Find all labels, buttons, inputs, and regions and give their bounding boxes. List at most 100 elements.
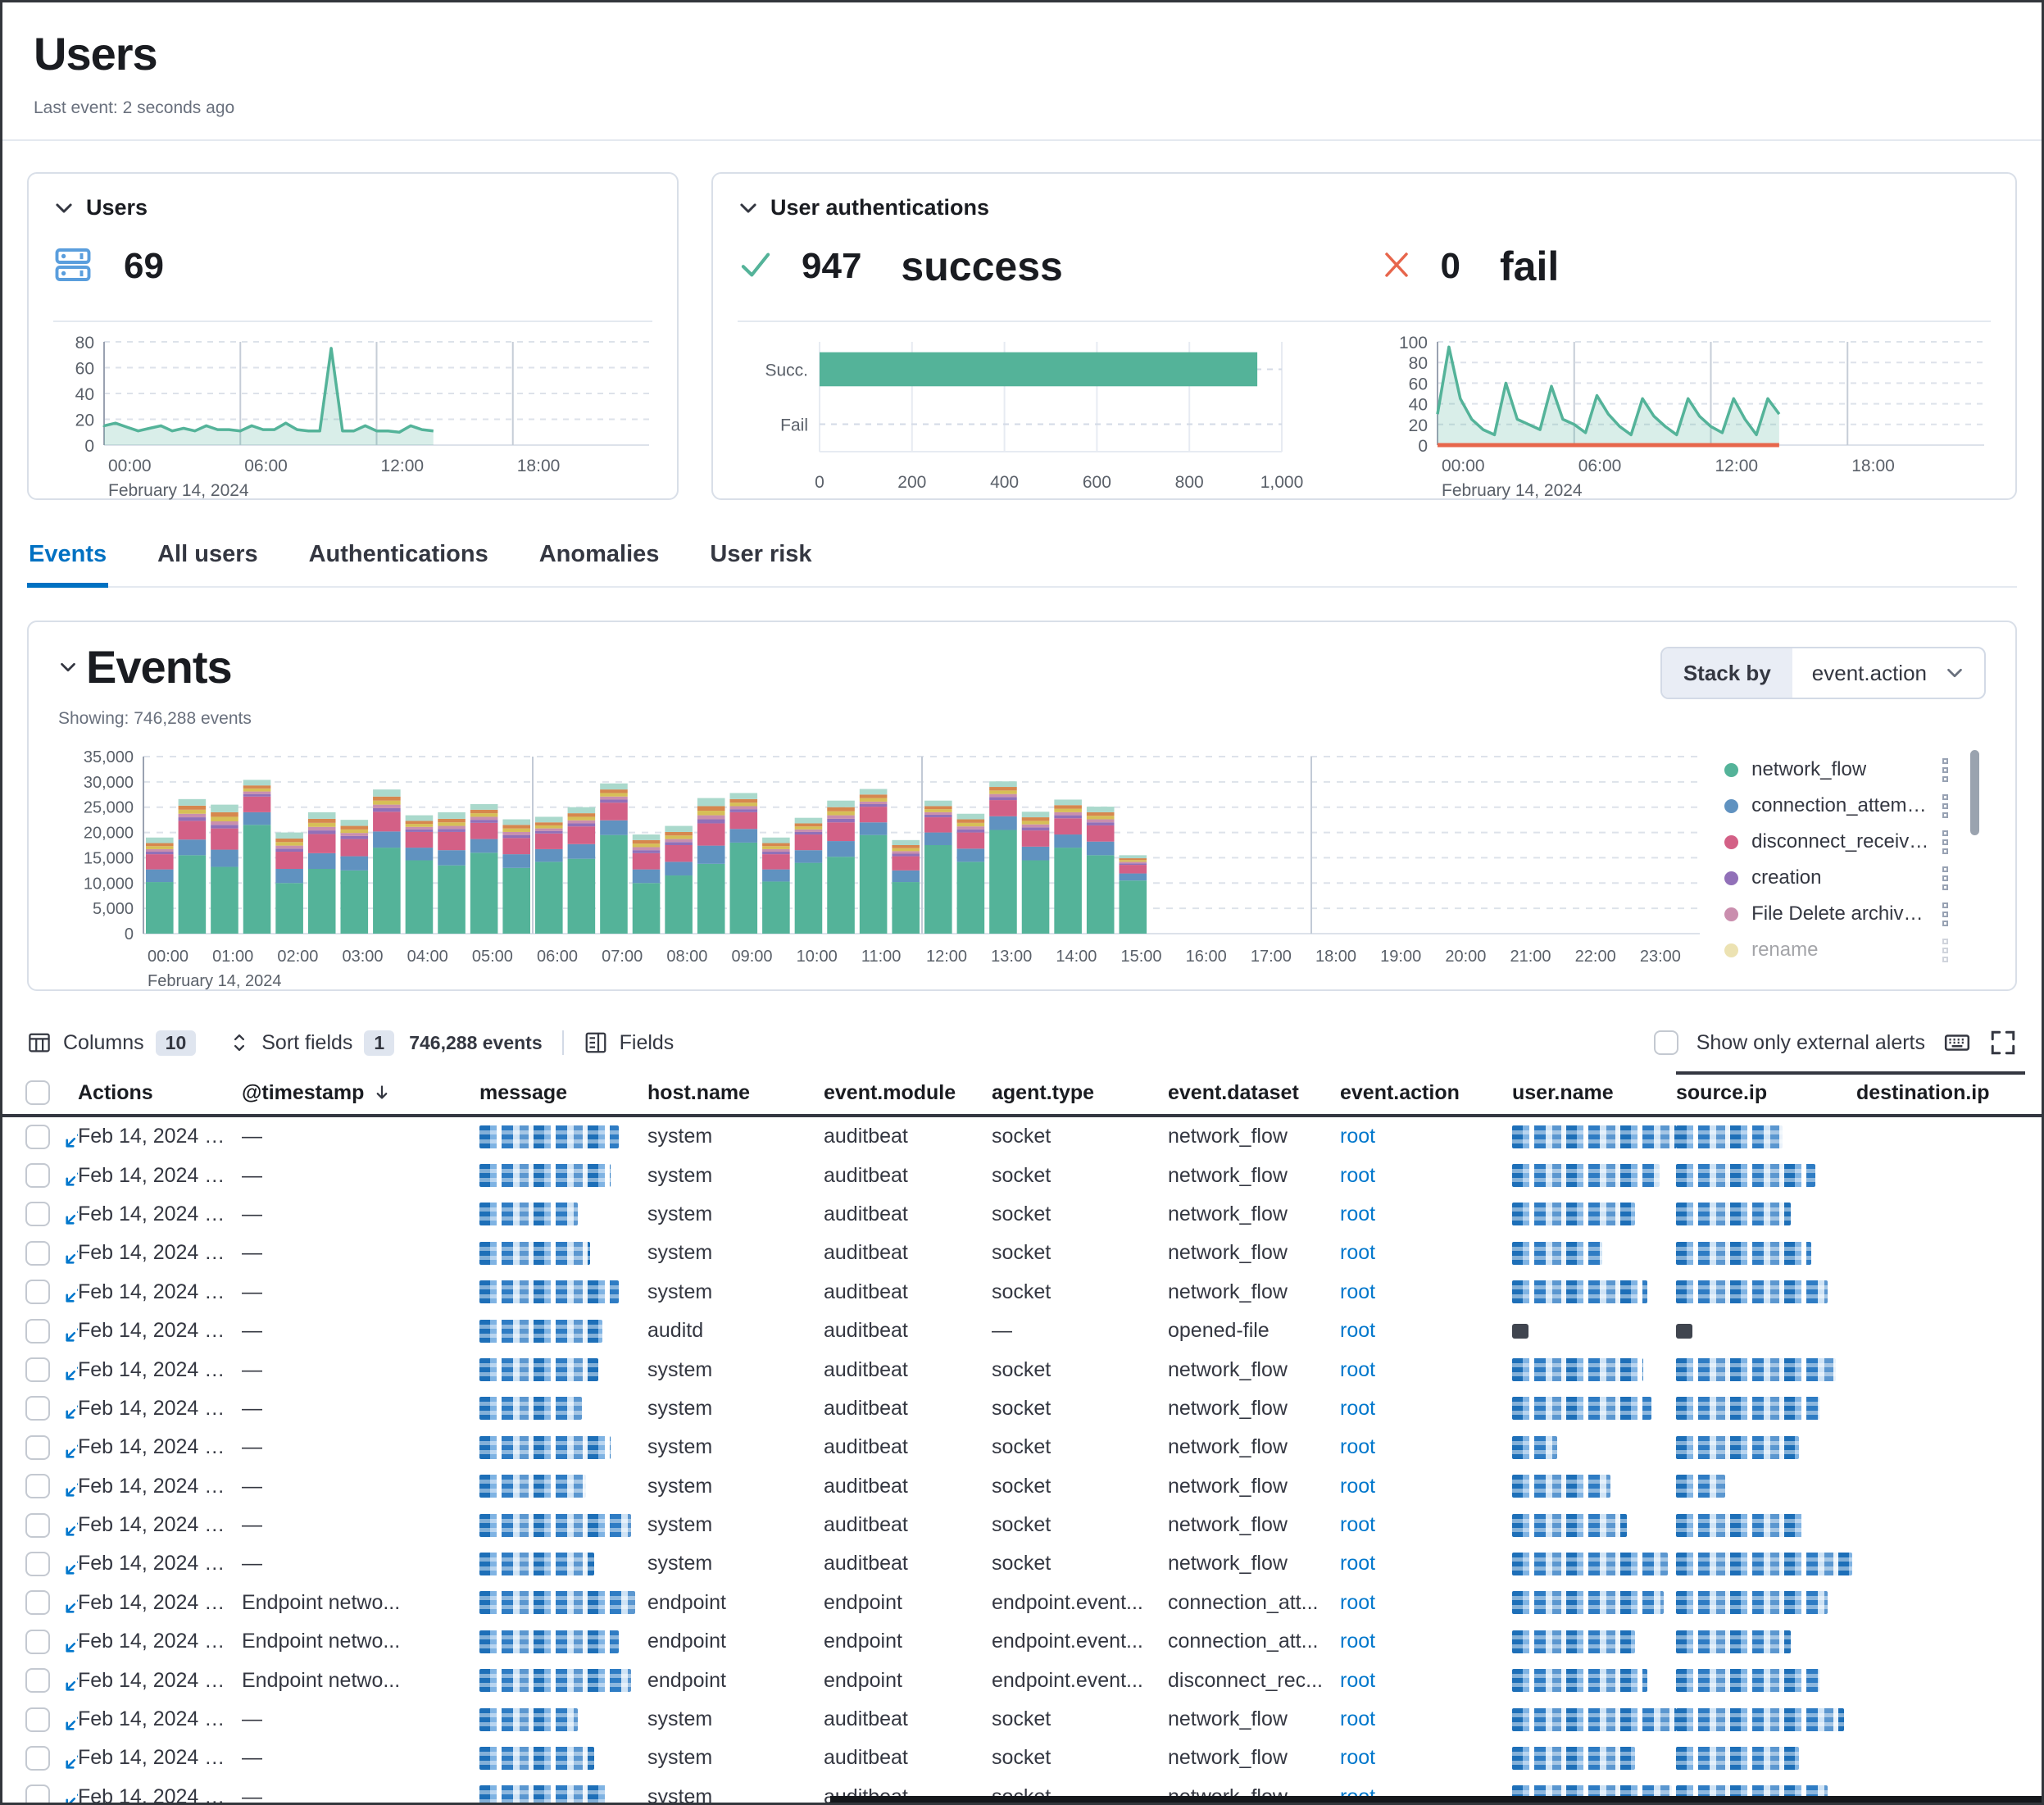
user-name-link[interactable]: root — [1340, 1397, 1375, 1420]
cell-destination-ip[interactable] — [1676, 1358, 1856, 1381]
header-agent-type[interactable]: agent.type — [992, 1081, 1168, 1105]
events-stacked-bar-chart[interactable]: 05,00010,00015,00020,00025,00030,00035,0… — [58, 748, 1700, 996]
row-checkbox[interactable] — [25, 1785, 50, 1805]
cell-destination-ip[interactable] — [1676, 1669, 1856, 1692]
row-checkbox[interactable] — [25, 1280, 50, 1304]
cell-destination-ip[interactable] — [1676, 1630, 1856, 1653]
auth-bar-chart[interactable]: 02004006008001,000Succ.Fail — [738, 330, 1311, 502]
tab-all-users[interactable]: All users — [156, 538, 260, 588]
row-checkbox[interactable] — [25, 1163, 50, 1188]
cell-source-ip[interactable] — [1512, 1164, 1676, 1187]
cell-source-ip[interactable] — [1512, 1630, 1676, 1653]
expand-event-icon[interactable] — [64, 1280, 78, 1304]
user-name-link[interactable]: root — [1340, 1125, 1375, 1148]
header-host-name[interactable]: host.name — [647, 1081, 824, 1105]
columns-button[interactable]: Columns 10 — [27, 1030, 196, 1056]
expand-event-icon[interactable] — [64, 1357, 78, 1382]
cell-destination-ip[interactable] — [1676, 1747, 1856, 1770]
expand-event-icon[interactable] — [64, 1707, 78, 1732]
cell-host-name[interactable] — [479, 1747, 647, 1770]
expand-event-icon[interactable] — [64, 1590, 78, 1615]
expand-event-icon[interactable] — [64, 1668, 78, 1693]
horizontal-scrollbar-thumb[interactable] — [830, 1796, 2042, 1803]
cell-host-name[interactable] — [479, 1164, 647, 1187]
sort-fields-button[interactable]: Sort fields 1 — [229, 1030, 394, 1056]
user-name-link[interactable]: root — [1340, 1707, 1375, 1730]
row-checkbox[interactable] — [25, 1630, 50, 1654]
user-name-link[interactable]: root — [1340, 1203, 1375, 1225]
expand-event-icon[interactable] — [64, 1163, 78, 1188]
legend-actions-icon[interactable] — [1942, 794, 1948, 818]
cell-source-ip[interactable] — [1512, 1669, 1676, 1692]
cell-destination-ip[interactable] — [1676, 1514, 1856, 1537]
row-checkbox[interactable] — [25, 1241, 50, 1266]
legend-actions-icon[interactable] — [1942, 866, 1948, 890]
cell-destination-ip[interactable] — [1676, 1242, 1856, 1265]
row-checkbox[interactable] — [25, 1552, 50, 1576]
expand-event-icon[interactable] — [64, 1396, 78, 1421]
expand-event-icon[interactable] — [64, 1746, 78, 1771]
row-checkbox[interactable] — [25, 1396, 50, 1421]
cell-host-name[interactable] — [479, 1591, 647, 1614]
user-name-link[interactable]: root — [1340, 1319, 1375, 1342]
legend-scrollbar[interactable] — [1970, 750, 1979, 835]
row-checkbox[interactable] — [25, 1125, 50, 1149]
tab-user-risk[interactable]: User risk — [708, 538, 813, 588]
tab-authentications[interactable]: Authentications — [307, 538, 490, 588]
fullscreen-icon[interactable] — [1989, 1029, 2017, 1057]
legend-actions-icon[interactable] — [1942, 758, 1948, 782]
cell-host-name[interactable] — [479, 1358, 647, 1381]
user-name-link[interactable]: root — [1340, 1241, 1375, 1264]
row-checkbox[interactable] — [25, 1474, 50, 1498]
user-name-link[interactable]: root — [1340, 1591, 1375, 1614]
row-checkbox[interactable] — [25, 1707, 50, 1732]
chevron-down-icon[interactable] — [58, 657, 78, 677]
stack-by-control[interactable]: Stack by event.action — [1660, 647, 1986, 699]
row-checkbox[interactable] — [25, 1202, 50, 1226]
cell-host-name[interactable] — [479, 1630, 647, 1653]
cell-source-ip[interactable] — [1512, 1514, 1676, 1537]
cell-host-name[interactable] — [479, 1320, 647, 1343]
cell-host-name[interactable] — [479, 1280, 647, 1303]
cell-source-ip[interactable] — [1512, 1242, 1676, 1265]
user-name-link[interactable]: root — [1340, 1280, 1375, 1303]
cell-source-ip[interactable] — [1512, 1553, 1676, 1575]
expand-event-icon[interactable] — [64, 1474, 78, 1498]
user-name-link[interactable]: root — [1340, 1513, 1375, 1536]
user-name-link[interactable]: root — [1340, 1475, 1375, 1498]
header-timestamp[interactable]: @timestamp — [242, 1081, 479, 1105]
expand-event-icon[interactable] — [64, 1630, 78, 1654]
header-event-action[interactable]: event.action — [1340, 1081, 1512, 1105]
cell-source-ip[interactable] — [1512, 1475, 1676, 1498]
cell-destination-ip[interactable] — [1676, 1553, 1856, 1575]
legend-item-disconnect_received[interactable]: disconnect_received — [1724, 824, 1986, 860]
legend-actions-icon[interactable] — [1942, 939, 1948, 962]
users-area-chart[interactable]: 02040608000:0006:0012:0018:00February 14… — [53, 330, 656, 502]
user-name-link[interactable]: root — [1340, 1630, 1375, 1653]
keyboard-icon[interactable] — [1943, 1029, 1971, 1057]
cell-destination-ip[interactable] — [1676, 1125, 1856, 1148]
cell-host-name[interactable] — [479, 1436, 647, 1459]
header-source-ip[interactable]: source.ip — [1676, 1081, 1856, 1105]
cell-host-name[interactable] — [479, 1203, 647, 1225]
row-checkbox[interactable] — [25, 1513, 50, 1538]
cell-source-ip[interactable] — [1512, 1280, 1676, 1303]
cell-host-name[interactable] — [479, 1397, 647, 1420]
cell-destination-ip[interactable] — [1676, 1397, 1856, 1420]
legend-item-creation[interactable]: creation — [1724, 860, 1986, 896]
cell-destination-ip[interactable] — [1676, 1436, 1856, 1459]
row-checkbox[interactable] — [25, 1746, 50, 1771]
cell-source-ip[interactable] — [1512, 1397, 1676, 1420]
legend-actions-icon[interactable] — [1942, 830, 1948, 854]
expand-event-icon[interactable] — [64, 1202, 78, 1226]
external-alerts-checkbox[interactable] — [1654, 1030, 1678, 1055]
cell-source-ip[interactable] — [1512, 1708, 1676, 1731]
header-user-name[interactable]: user.name — [1512, 1081, 1676, 1105]
cell-destination-ip[interactable] — [1676, 1280, 1856, 1303]
cell-destination-ip[interactable] — [1676, 1203, 1856, 1225]
expand-event-icon[interactable] — [64, 1435, 78, 1460]
tab-events[interactable]: Events — [27, 538, 108, 588]
legend-item-network_flow[interactable]: network_flow — [1724, 752, 1986, 788]
header-event-dataset[interactable]: event.dataset — [1168, 1081, 1340, 1105]
legend-actions-icon[interactable] — [1942, 902, 1948, 926]
